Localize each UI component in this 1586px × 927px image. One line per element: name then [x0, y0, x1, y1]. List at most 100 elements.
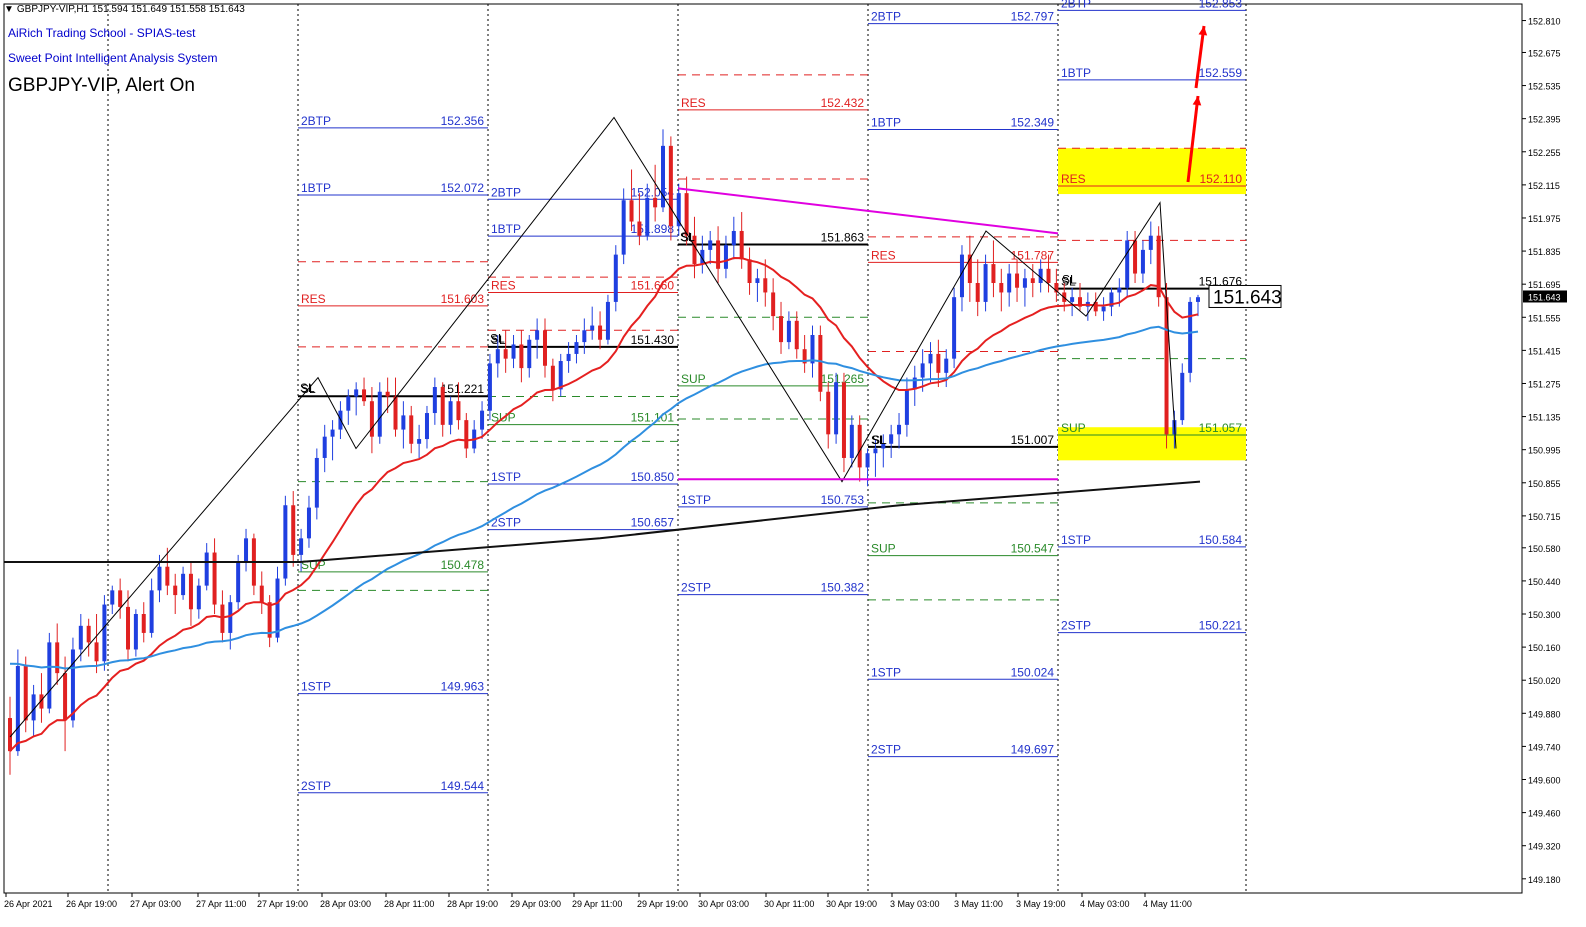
level-value: 151.221	[441, 382, 485, 396]
candle-body	[409, 415, 414, 444]
level-label: 1BTP	[871, 116, 901, 130]
level-label: 1BTP	[491, 222, 521, 236]
candle-body	[991, 264, 996, 283]
price-tick-label: 151.555	[1528, 313, 1561, 323]
sl-marker-label: SL	[872, 433, 887, 447]
candle-body	[747, 259, 752, 283]
candle-body	[1030, 278, 1035, 283]
candle-body	[818, 335, 823, 392]
candle-body	[126, 606, 131, 650]
price-chart[interactable]: 2BTP 152.356 1BTP 152.072 RES 151.603 SL 151.22…	[0, 0, 1586, 927]
level-value: 152.432	[821, 96, 865, 110]
level-label: RES	[1061, 172, 1086, 186]
candle-body	[118, 590, 123, 607]
candle-body	[165, 566, 170, 586]
level-label: 2BTP	[871, 10, 901, 24]
level-value: 152.054	[631, 185, 675, 199]
candle-body	[228, 602, 233, 633]
candle-body	[15, 666, 20, 752]
candle-body	[779, 316, 784, 343]
level-value: 151.898	[631, 222, 675, 236]
candle-body	[149, 590, 154, 633]
candle-body	[936, 353, 941, 373]
price-tick-label: 150.715	[1528, 512, 1561, 522]
candle-body	[322, 436, 327, 458]
candle-body	[220, 604, 225, 633]
candle-body	[668, 145, 673, 227]
time-tick-label: 28 Apr 11:00	[384, 899, 434, 909]
candle-body	[582, 330, 587, 343]
time-tick-label: 27 Apr 19:00	[257, 899, 308, 909]
candle-body	[1046, 268, 1051, 283]
symbol-info-bar[interactable]: ▼ GBPJPY-VIP,H1 151.594 151.649 151.558 1…	[4, 4, 245, 15]
price-tick-label: 150.855	[1528, 479, 1561, 489]
symbol-ohlc: GBPJPY-VIP,H1 151.594 151.649 151.558 15…	[16, 4, 245, 15]
candle-body	[464, 420, 469, 449]
sl-marker-label: SL	[680, 230, 695, 244]
candle-body	[708, 240, 713, 250]
level-label: 2BTP	[491, 185, 521, 199]
candle-body	[897, 424, 902, 435]
candle-body	[1117, 287, 1122, 293]
price-tick-label: 151.835	[1528, 247, 1561, 257]
level-label: 2STP	[301, 779, 331, 793]
sl-marker-label: SL	[300, 381, 315, 395]
candle-body	[495, 349, 500, 364]
level-label: RES	[491, 278, 516, 292]
price-tick-label: 151.695	[1528, 280, 1561, 290]
candle-body	[63, 673, 68, 721]
alert-status-label: GBPJPY-VIP, Alert On	[8, 75, 195, 96]
level-value: 151.007	[1011, 433, 1055, 447]
candle-body	[834, 382, 839, 435]
candle-body	[794, 320, 799, 350]
candle-body	[755, 278, 760, 283]
price-tick-label: 151.415	[1528, 346, 1561, 356]
candle-body	[440, 387, 445, 425]
sl-marker-label: SL	[490, 331, 505, 345]
candle-body	[637, 221, 642, 236]
candle-body	[1070, 297, 1075, 302]
level-label: 1STP	[301, 680, 331, 694]
price-tick-label: 151.135	[1528, 413, 1561, 423]
level-label: 1STP	[1061, 533, 1091, 547]
candle-body	[78, 625, 83, 650]
candle-body	[377, 391, 382, 437]
candle-body	[133, 614, 138, 650]
candle-body	[181, 573, 186, 596]
candle-body	[786, 320, 791, 343]
caret-down-icon[interactable]: ▼	[4, 4, 14, 15]
level-value: 151.057	[1199, 421, 1243, 435]
time-tick-label: 29 Apr 19:00	[637, 899, 688, 909]
level-label: 2BTP	[301, 114, 331, 128]
candle-body	[369, 401, 374, 437]
level-value: 149.544	[441, 779, 485, 793]
level-label: 1BTP	[1061, 66, 1091, 80]
candle-body	[259, 585, 264, 603]
chart-window[interactable]: 2BTP 152.356 1BTP 152.072 RES 151.603 SL 151.22…	[0, 0, 1586, 927]
candle-body	[401, 415, 406, 430]
candle-body	[141, 614, 146, 633]
price-tick-label: 151.275	[1528, 379, 1561, 389]
level-value: 152.349	[1011, 116, 1055, 130]
candle-body	[487, 363, 492, 411]
price-tick-label: 152.395	[1528, 115, 1561, 125]
time-tick-label: 27 Apr 11:00	[196, 899, 246, 909]
level-value: 150.478	[441, 558, 485, 572]
candle-body	[244, 538, 249, 562]
time-tick-label: 30 Apr 19:00	[826, 899, 877, 909]
level-value: 150.850	[631, 470, 675, 484]
time-tick-label: 4 May 03:00	[1080, 899, 1130, 909]
candle-body	[613, 254, 618, 302]
candle-body	[763, 278, 768, 293]
level-value: 152.110	[1200, 172, 1243, 186]
candle-body	[1148, 235, 1153, 250]
candle-body	[952, 297, 957, 359]
candle-body	[542, 330, 547, 366]
candle-body	[70, 649, 75, 721]
candle-body	[653, 197, 658, 208]
level-value: 149.963	[441, 680, 485, 694]
level-value: 150.753	[821, 493, 865, 507]
price-tick-label: 152.810	[1528, 17, 1561, 27]
candle-body	[739, 230, 744, 260]
candle-body	[857, 424, 862, 468]
